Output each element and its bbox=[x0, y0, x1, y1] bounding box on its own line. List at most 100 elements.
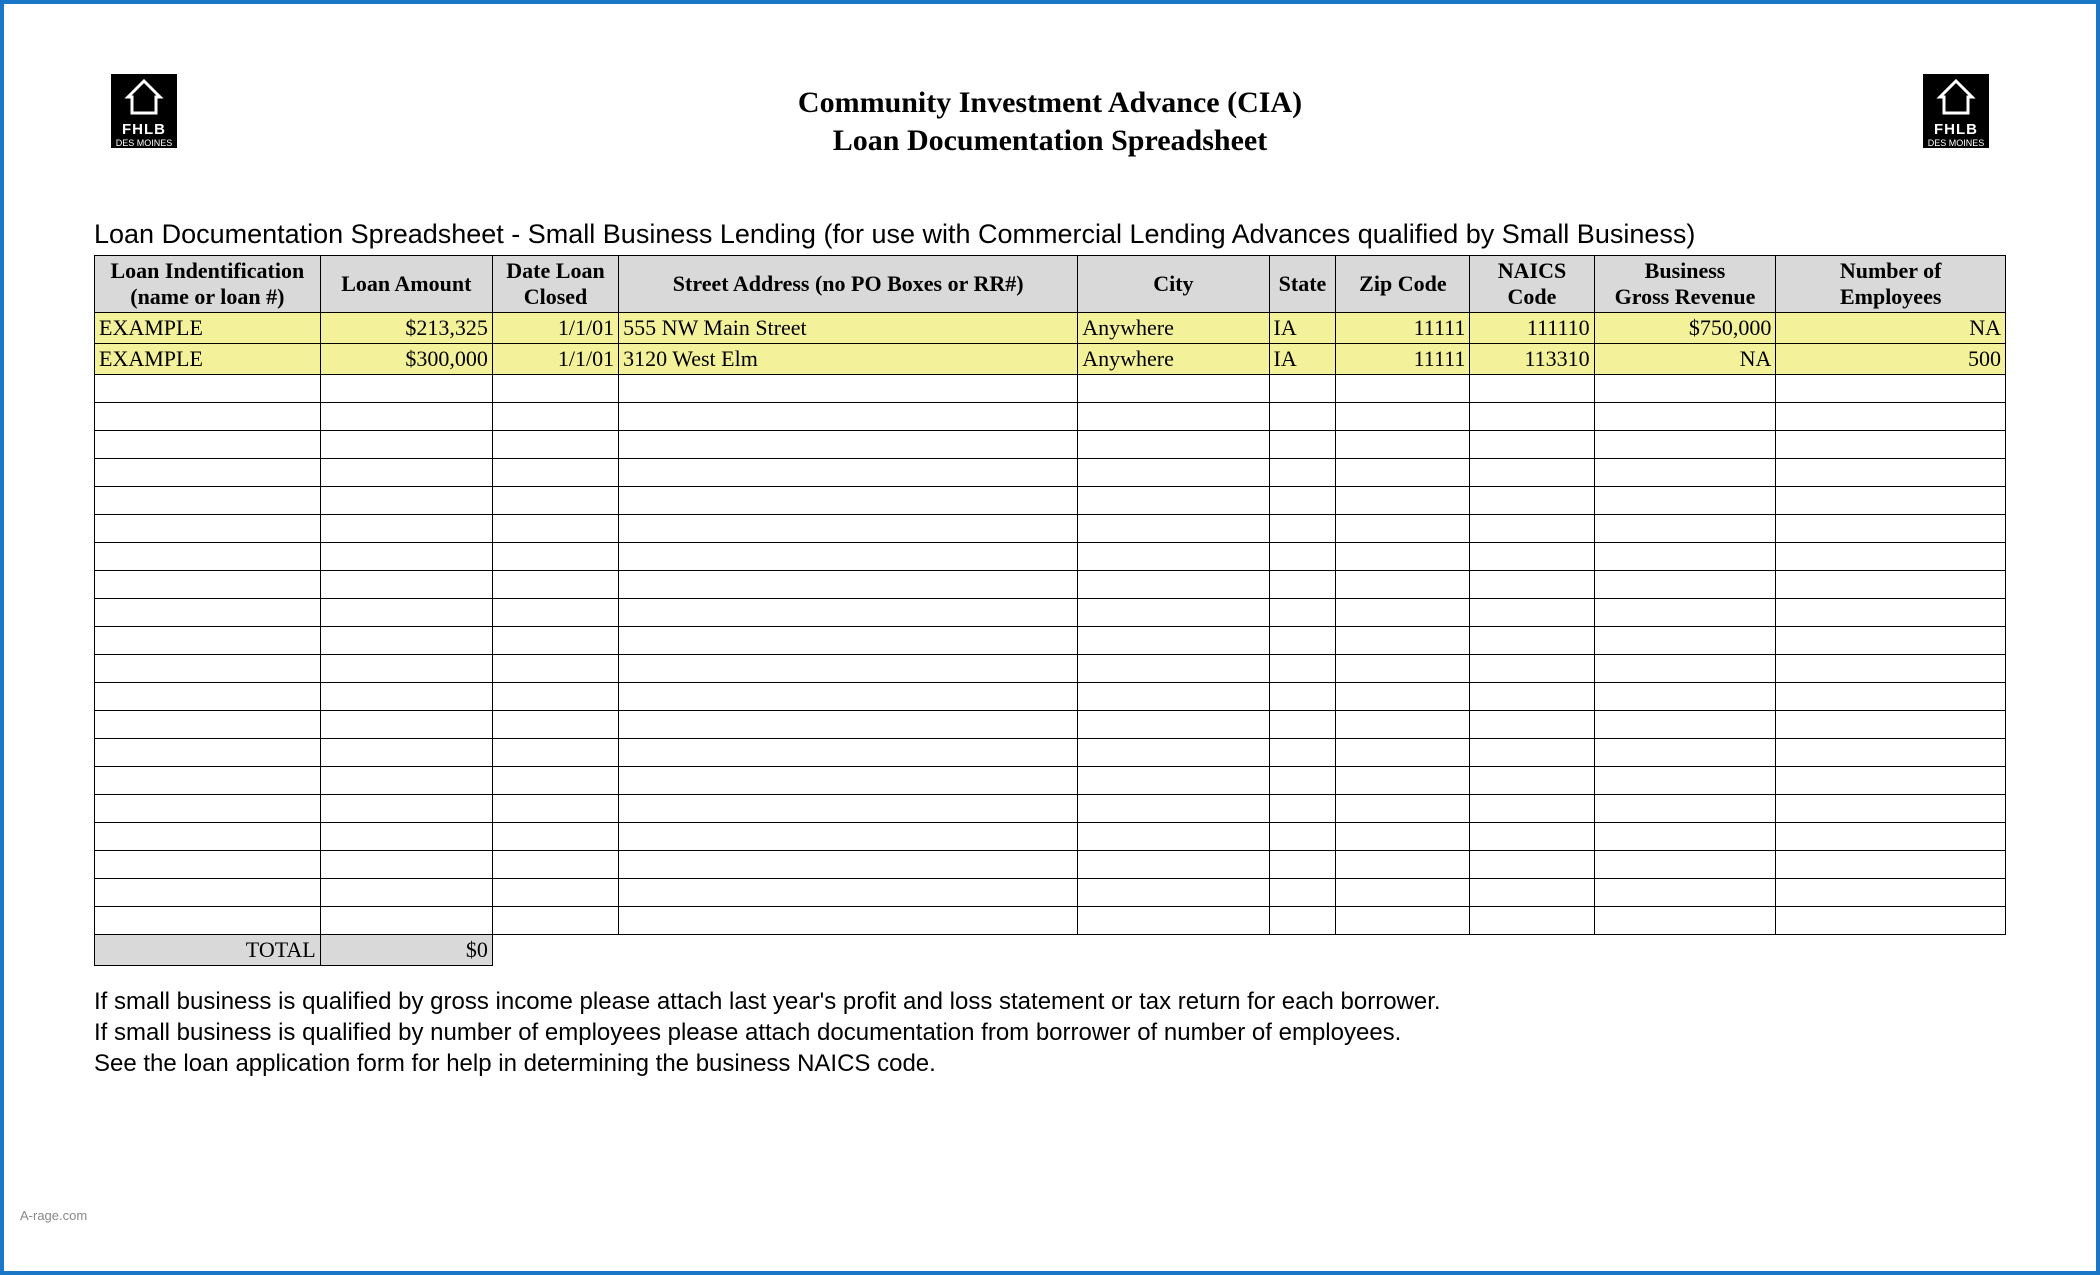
cell[interactable] bbox=[619, 683, 1078, 711]
cell[interactable] bbox=[492, 655, 618, 683]
cell[interactable] bbox=[619, 459, 1078, 487]
cell[interactable] bbox=[1078, 431, 1269, 459]
cell[interactable] bbox=[1470, 795, 1594, 823]
total-label[interactable]: TOTAL bbox=[95, 935, 321, 966]
cell[interactable] bbox=[1470, 431, 1594, 459]
cell[interactable] bbox=[320, 851, 492, 879]
cell[interactable] bbox=[619, 823, 1078, 851]
cell[interactable] bbox=[1336, 739, 1470, 767]
cell[interactable] bbox=[1269, 403, 1336, 431]
cell[interactable] bbox=[1594, 823, 1776, 851]
cell[interactable] bbox=[1269, 571, 1336, 599]
cell[interactable] bbox=[1336, 823, 1470, 851]
cell[interactable] bbox=[1336, 683, 1470, 711]
cell[interactable] bbox=[619, 767, 1078, 795]
cell[interactable] bbox=[619, 795, 1078, 823]
cell[interactable] bbox=[95, 599, 321, 627]
cell[interactable] bbox=[1594, 711, 1776, 739]
cell[interactable] bbox=[1336, 487, 1470, 515]
cell[interactable] bbox=[95, 459, 321, 487]
cell[interactable] bbox=[492, 599, 618, 627]
cell[interactable] bbox=[1470, 459, 1594, 487]
cell[interactable] bbox=[1470, 655, 1594, 683]
cell[interactable] bbox=[95, 627, 321, 655]
cell[interactable] bbox=[492, 515, 618, 543]
cell[interactable] bbox=[1269, 543, 1336, 571]
cell[interactable] bbox=[1776, 543, 2006, 571]
cell[interactable] bbox=[1078, 739, 1269, 767]
cell[interactable] bbox=[1470, 767, 1594, 795]
cell[interactable] bbox=[1776, 375, 2006, 403]
cell[interactable] bbox=[1776, 655, 2006, 683]
cell[interactable] bbox=[1470, 711, 1594, 739]
cell[interactable] bbox=[1594, 739, 1776, 767]
cell[interactable] bbox=[1078, 571, 1269, 599]
cell[interactable] bbox=[1470, 823, 1594, 851]
cell[interactable] bbox=[1336, 515, 1470, 543]
cell[interactable] bbox=[492, 823, 618, 851]
cell[interactable] bbox=[1269, 431, 1336, 459]
cell[interactable] bbox=[1269, 655, 1336, 683]
cell[interactable] bbox=[320, 683, 492, 711]
cell[interactable] bbox=[492, 627, 618, 655]
cell[interactable] bbox=[320, 515, 492, 543]
cell[interactable] bbox=[95, 375, 321, 403]
cell[interactable] bbox=[1269, 627, 1336, 655]
cell[interactable] bbox=[1594, 767, 1776, 795]
cell[interactable] bbox=[1470, 627, 1594, 655]
cell[interactable] bbox=[1776, 767, 2006, 795]
cell[interactable]: 113310 bbox=[1470, 344, 1594, 375]
cell[interactable]: EXAMPLE bbox=[95, 344, 321, 375]
cell[interactable] bbox=[1336, 907, 1470, 935]
cell[interactable] bbox=[619, 907, 1078, 935]
cell[interactable] bbox=[1078, 403, 1269, 431]
cell[interactable] bbox=[619, 739, 1078, 767]
cell[interactable] bbox=[1078, 907, 1269, 935]
cell[interactable] bbox=[95, 431, 321, 459]
cell[interactable] bbox=[1470, 851, 1594, 879]
cell[interactable]: 111110 bbox=[1470, 313, 1594, 344]
cell[interactable] bbox=[619, 487, 1078, 515]
cell[interactable] bbox=[1269, 795, 1336, 823]
cell[interactable] bbox=[492, 571, 618, 599]
cell[interactable] bbox=[1078, 879, 1269, 907]
cell[interactable] bbox=[1336, 543, 1470, 571]
cell[interactable] bbox=[1078, 515, 1269, 543]
cell[interactable] bbox=[1776, 851, 2006, 879]
cell[interactable] bbox=[1470, 599, 1594, 627]
cell[interactable] bbox=[1336, 627, 1470, 655]
cell[interactable] bbox=[320, 655, 492, 683]
cell[interactable]: IA bbox=[1269, 344, 1336, 375]
cell[interactable] bbox=[492, 403, 618, 431]
cell[interactable] bbox=[1470, 879, 1594, 907]
cell[interactable] bbox=[619, 627, 1078, 655]
cell[interactable] bbox=[1078, 487, 1269, 515]
cell[interactable] bbox=[95, 879, 321, 907]
cell[interactable] bbox=[619, 403, 1078, 431]
cell[interactable]: 11111 bbox=[1336, 344, 1470, 375]
cell[interactable] bbox=[1336, 459, 1470, 487]
cell[interactable] bbox=[320, 375, 492, 403]
cell[interactable] bbox=[619, 879, 1078, 907]
cell[interactable] bbox=[1594, 599, 1776, 627]
cell[interactable] bbox=[1336, 403, 1470, 431]
cell[interactable] bbox=[1336, 879, 1470, 907]
cell[interactable] bbox=[320, 767, 492, 795]
cell[interactable] bbox=[320, 487, 492, 515]
cell[interactable] bbox=[1594, 459, 1776, 487]
cell[interactable] bbox=[95, 767, 321, 795]
cell[interactable] bbox=[492, 851, 618, 879]
cell[interactable] bbox=[1776, 403, 2006, 431]
cell[interactable] bbox=[1078, 459, 1269, 487]
cell[interactable] bbox=[1594, 571, 1776, 599]
cell[interactable] bbox=[1078, 823, 1269, 851]
cell[interactable] bbox=[1594, 627, 1776, 655]
cell[interactable] bbox=[320, 711, 492, 739]
cell[interactable] bbox=[95, 795, 321, 823]
cell[interactable] bbox=[1776, 879, 2006, 907]
cell[interactable] bbox=[320, 543, 492, 571]
cell[interactable]: 500 bbox=[1776, 344, 2006, 375]
cell[interactable] bbox=[1269, 487, 1336, 515]
cell[interactable] bbox=[1470, 543, 1594, 571]
cell[interactable] bbox=[1594, 487, 1776, 515]
